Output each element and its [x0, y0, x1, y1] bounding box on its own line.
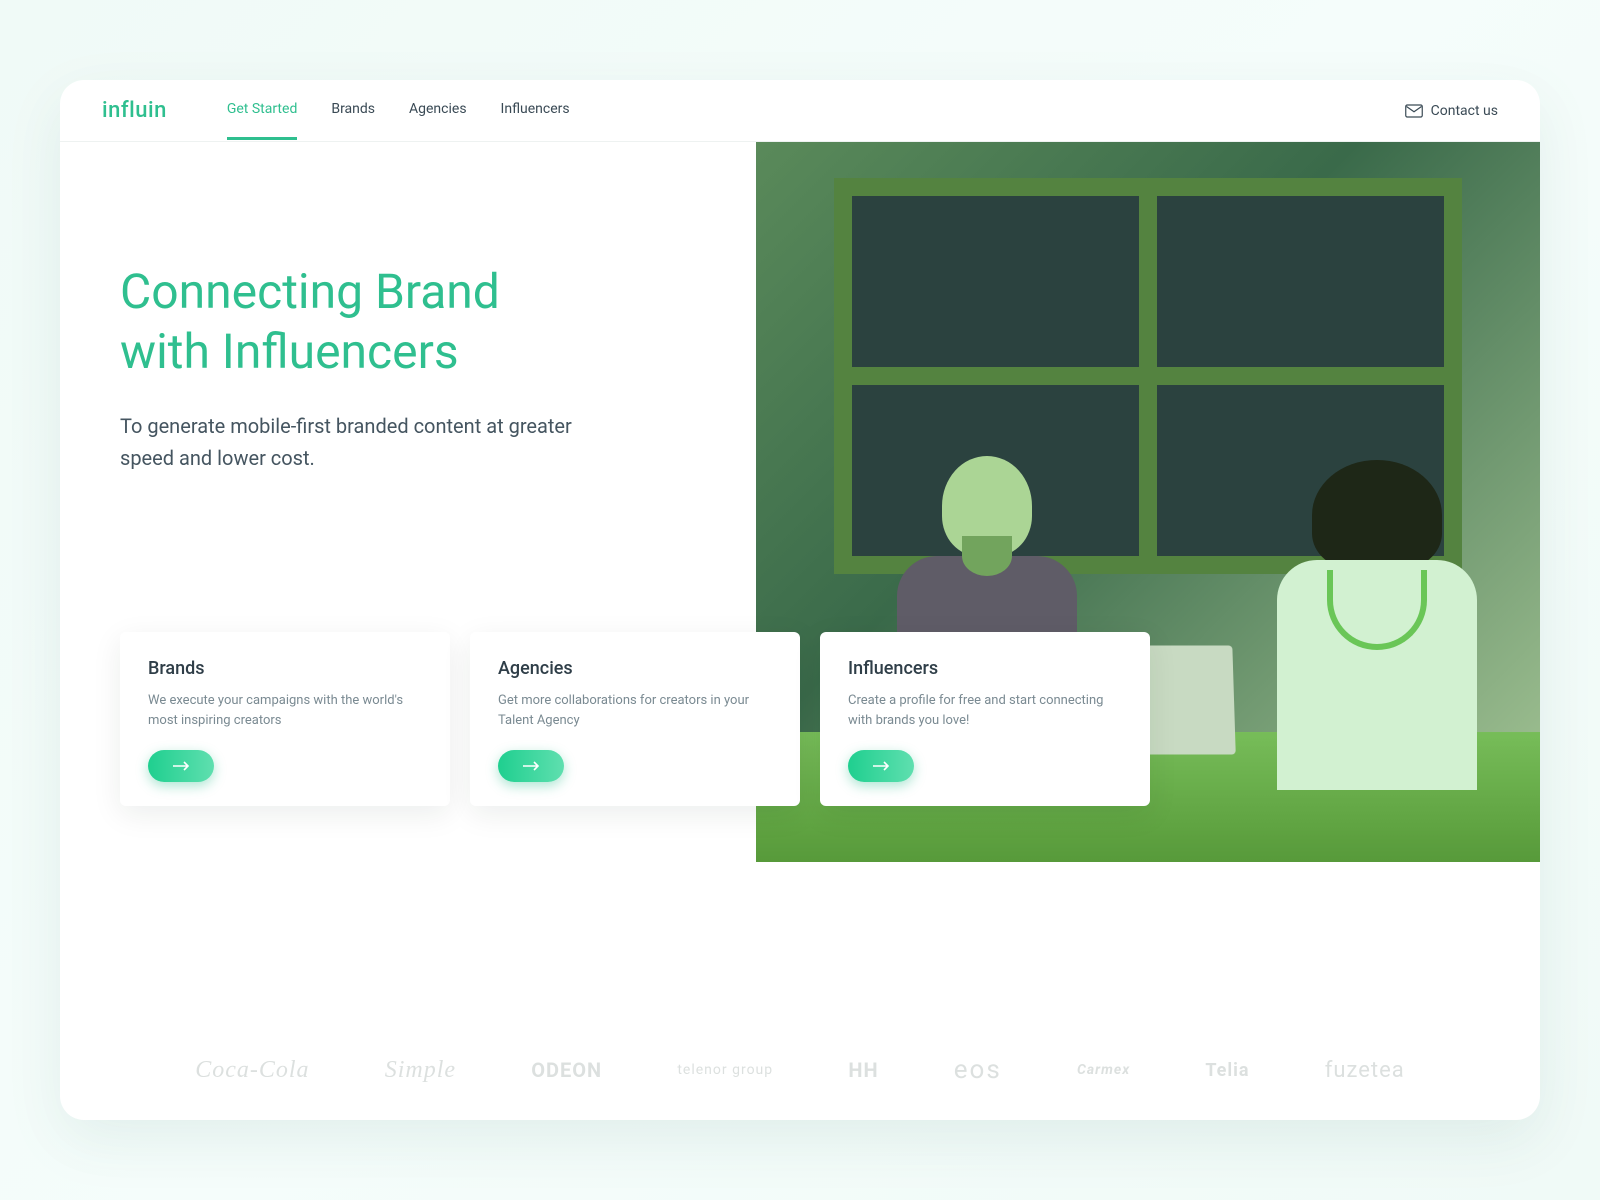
headline-line1: Connecting Brand — [120, 263, 500, 320]
headline: Connecting Brand with Influencers — [120, 262, 830, 382]
card-brands: Brands We execute your campaigns with th… — [120, 632, 450, 806]
logo-hh: HH — [848, 1058, 878, 1082]
nav-brands[interactable]: Brands — [331, 81, 375, 140]
nav-get-started[interactable]: Get Started — [227, 81, 298, 140]
card-title: Agencies — [498, 658, 772, 679]
card-influencers: Influencers Create a profile for free an… — [820, 632, 1150, 806]
card-agencies-cta[interactable] — [498, 750, 564, 782]
top-nav: influin Get Started Brands Agencies Infl… — [60, 80, 1540, 142]
arrow-right-icon — [172, 761, 190, 771]
arrow-right-icon — [872, 761, 890, 771]
card-agencies: Agencies Get more collaborations for cre… — [470, 632, 800, 806]
hero-section: Connecting Brand with Influencers To gen… — [60, 142, 1540, 1020]
nav-links: Get Started Brands Agencies Influencers — [227, 81, 570, 140]
card-title: Brands — [148, 658, 422, 679]
app-frame: influin Get Started Brands Agencies Infl… — [60, 80, 1540, 1120]
logo-fuzetea: fuzetea — [1325, 1058, 1405, 1083]
contact-link[interactable]: Contact us — [1405, 103, 1498, 119]
card-influencers-cta[interactable] — [848, 750, 914, 782]
headline-line2: with Influencers — [120, 323, 459, 380]
brand-logos-strip: Coca-Cola Simple ODEON telenor group HH … — [60, 1020, 1540, 1120]
card-brands-cta[interactable] — [148, 750, 214, 782]
feature-cards: Brands We execute your campaigns with th… — [120, 632, 1150, 806]
logo-telia: Telia — [1205, 1060, 1249, 1081]
card-title: Influencers — [848, 658, 1122, 679]
arrow-right-icon — [522, 761, 540, 771]
logo-cocacola: Coca-Cola — [195, 1057, 309, 1084]
card-desc: We execute your campaigns with the world… — [148, 691, 422, 730]
card-desc: Create a profile for free and start conn… — [848, 691, 1122, 730]
logo-eos: eos — [954, 1055, 1002, 1085]
logo-simple: Simple — [385, 1057, 456, 1084]
nav-influencers[interactable]: Influencers — [501, 81, 570, 140]
logo-carmex: Carmex — [1077, 1062, 1130, 1078]
logo[interactable]: influin — [102, 98, 167, 123]
contact-label: Contact us — [1431, 103, 1498, 119]
subheadline: To generate mobile-first branded content… — [120, 410, 600, 474]
mail-icon — [1405, 104, 1423, 118]
card-desc: Get more collaborations for creators in … — [498, 691, 772, 730]
hero-copy: Connecting Brand with Influencers To gen… — [60, 142, 830, 1020]
nav-agencies[interactable]: Agencies — [409, 81, 467, 140]
logo-odeon: ODEON — [531, 1058, 602, 1082]
logo-telenor: telenor group — [677, 1062, 773, 1078]
